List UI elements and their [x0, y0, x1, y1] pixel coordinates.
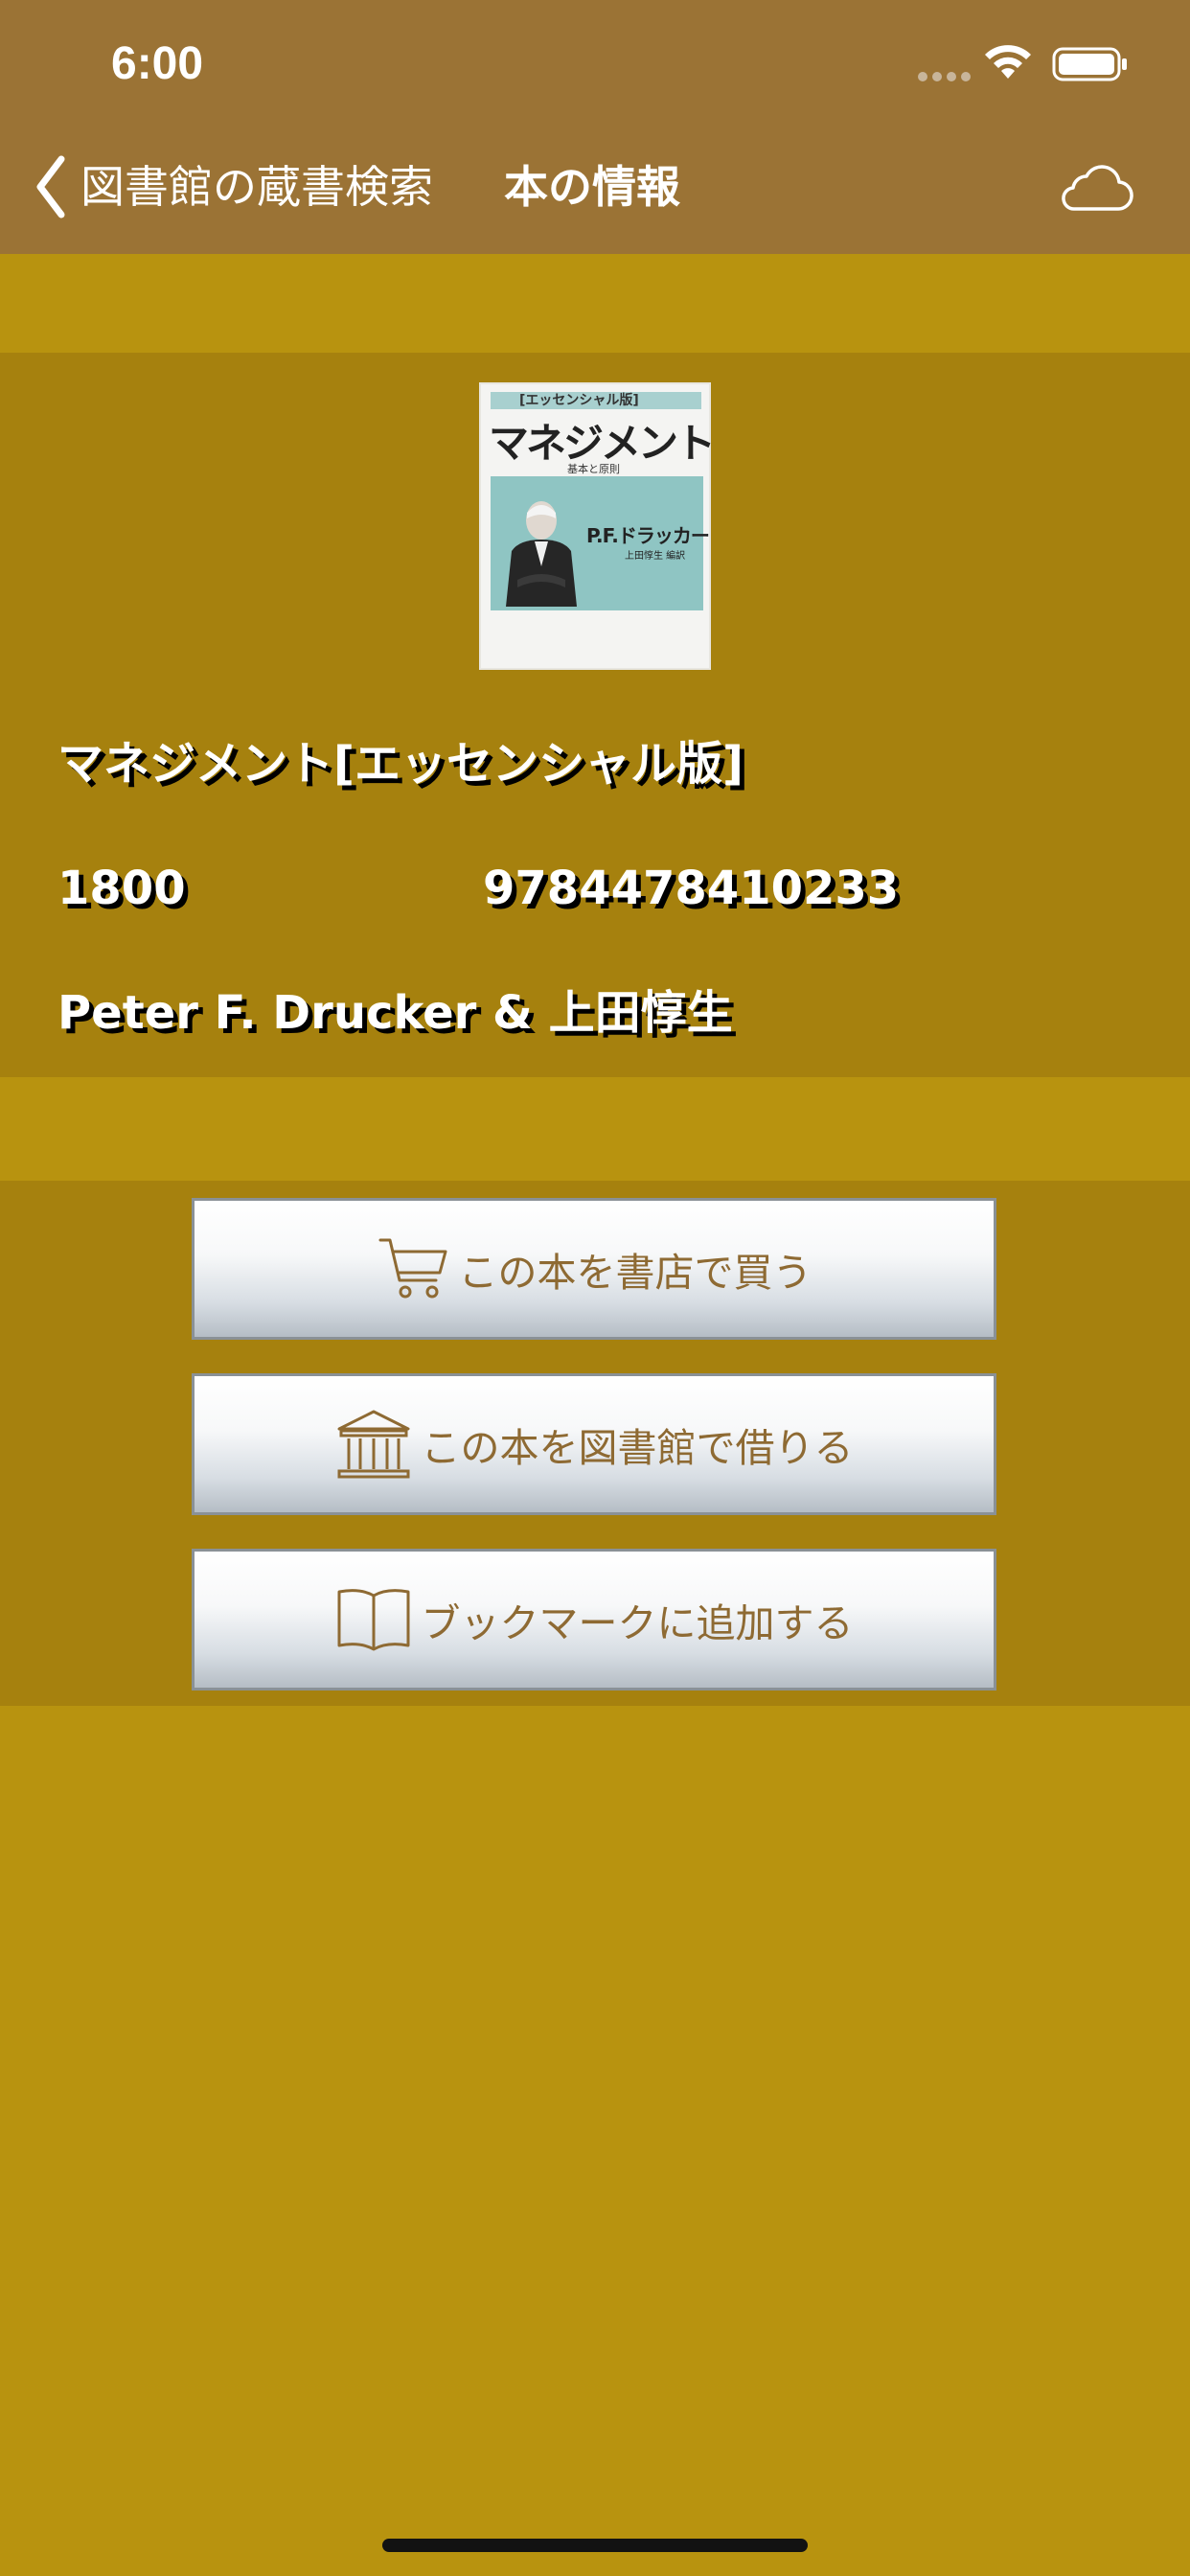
library-icon: [337, 1410, 409, 1479]
book-title: マネジメント[エッセンシャル版]: [57, 737, 744, 791]
section-spacer: [0, 1077, 1190, 1181]
navigation-header: 6:00 図書館の蔵書検索 本の情報: [0, 0, 1190, 254]
page-title: 本の情報: [504, 161, 680, 213]
buy-at-bookstore-button[interactable]: この本を書店で買う: [192, 1198, 996, 1340]
home-indicator[interactable]: [382, 2539, 808, 2552]
chevron-left-icon: [36, 155, 65, 218]
cover-banner: [エッセンシャル版]: [519, 393, 639, 408]
back-label: 図書館の蔵書検索: [80, 161, 433, 213]
back-button[interactable]: 図書館の蔵書検索: [33, 153, 433, 220]
cover-translator: 上田惇生 編訳: [625, 551, 686, 562]
section-spacer: [0, 254, 1190, 353]
buy-button-label: この本を書店で買う: [458, 1250, 812, 1296]
battery-icon: [1052, 47, 1127, 81]
book-cover-image: [エッセンシャル版] マネジメント 基本と原則 P.F.ドラッカー 上田惇生 編…: [479, 382, 716, 670]
book-price: 1800: [57, 862, 186, 915]
cloud-icon[interactable]: [1058, 161, 1134, 215]
signal-icon: [918, 67, 975, 85]
borrow-at-library-button[interactable]: この本を図書館で借りる: [192, 1373, 996, 1515]
cover-author: P.F.ドラッカー: [586, 524, 710, 547]
author-portrait: [506, 501, 577, 607]
book-icon: [337, 1589, 409, 1651]
book-isbn: 9784478410233: [483, 862, 900, 915]
add-bookmark-button[interactable]: ブックマークに追加する: [192, 1549, 996, 1690]
book-authors: Peter F. Drucker & 上田惇生: [57, 986, 733, 1040]
status-time: 6:00: [111, 38, 204, 89]
bookmark-button-label: ブックマークに追加する: [421, 1600, 854, 1646]
wifi-icon: [985, 45, 1031, 79]
cart-icon: [378, 1238, 446, 1299]
borrow-button-label: この本を図書館で借りる: [421, 1425, 854, 1471]
cover-subtitle: 基本と原則: [567, 463, 620, 475]
